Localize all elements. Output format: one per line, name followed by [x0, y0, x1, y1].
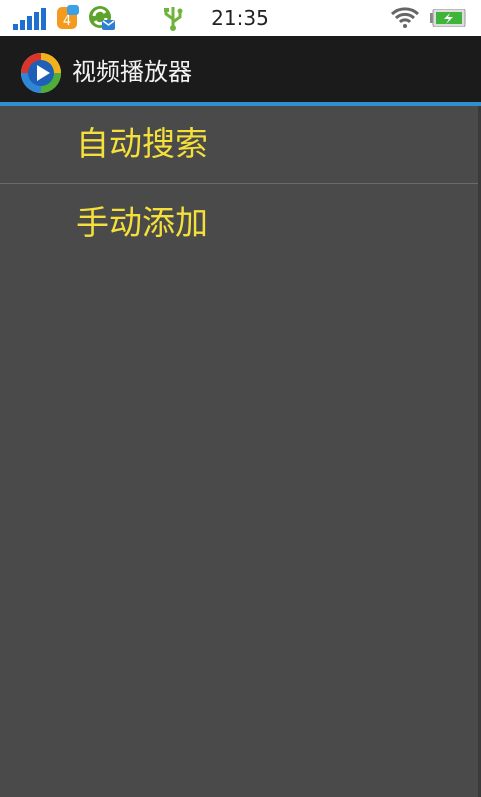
badge-count: 4: [63, 14, 71, 29]
notification-badge-icon: 4: [56, 5, 80, 31]
signal-icon: [13, 8, 46, 30]
wifi-icon: [390, 7, 420, 28]
sync-mail-icon: [89, 6, 115, 30]
menu-item-label: 手动添加: [76, 203, 208, 242]
status-time: 21:35: [211, 6, 269, 30]
status-bar: 4 21:35: [0, 0, 481, 36]
menu-item-label: 自动搜索: [76, 124, 208, 163]
menu-divider: [0, 183, 481, 184]
menu-item-manual-add[interactable]: 手动添加: [0, 185, 481, 261]
app-title: 视频播放器: [72, 58, 192, 86]
usb-icon: [164, 7, 183, 31]
menu-item-auto-search[interactable]: 自动搜索: [0, 106, 481, 182]
battery-charging-icon: [430, 9, 466, 27]
video-player-icon: [21, 53, 61, 93]
